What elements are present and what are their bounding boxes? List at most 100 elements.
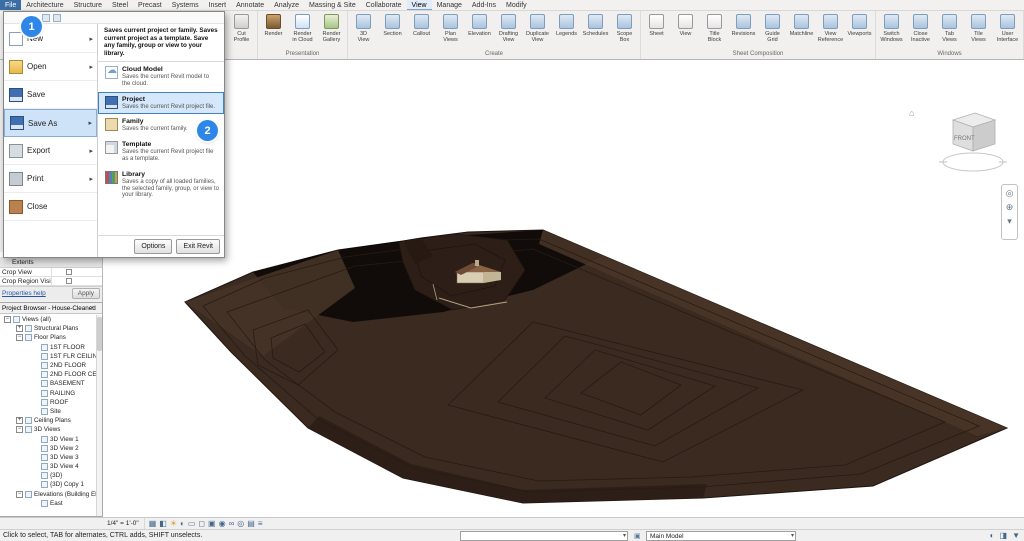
tree-item[interactable]: RAILING (0, 389, 96, 398)
drafting-view-button[interactable]: Drafting View (494, 11, 523, 50)
tree-item[interactable]: Elevations (Building Eleva (0, 490, 96, 499)
menu-item-save[interactable]: Save (4, 81, 97, 109)
tab-collaborate[interactable]: Collaborate (361, 0, 407, 10)
tree-item[interactable]: Views (all) (0, 315, 96, 324)
tree-item[interactable]: 2ND FLOOR (0, 361, 96, 370)
tree-item[interactable]: 1ST FLR CEILING (0, 352, 96, 361)
visual-style-icon[interactable]: ◧ (159, 518, 167, 530)
crop-region-checkbox[interactable] (66, 278, 72, 284)
tree-item[interactable]: East (0, 499, 96, 508)
save-option-cloud-model[interactable]: Cloud Model Saves the current Revit mode… (98, 62, 224, 92)
tree-item[interactable]: Floor Plans (0, 333, 96, 342)
save-option-library[interactable]: Library Saves a copy of all loaded famil… (98, 167, 224, 203)
tree-item[interactable]: 2ND FLOOR CEILING (0, 370, 96, 379)
worksharing-display-icon[interactable]: ◐ (990, 530, 995, 541)
reveal-hidden-icon[interactable]: ◎ (237, 518, 244, 530)
tree-toggle-icon[interactable] (16, 426, 23, 433)
tab-insert[interactable]: Insert (204, 0, 232, 10)
view-reference-button[interactable]: View Reference (816, 11, 845, 50)
sheet-button[interactable]: Sheet (642, 11, 671, 50)
3d-view-button[interactable]: 3D View (349, 11, 378, 50)
save-option-template[interactable]: Template Saves the current Revit project… (98, 137, 224, 167)
render-button[interactable]: Render (259, 11, 288, 50)
schedules-button[interactable]: Schedules (581, 11, 610, 50)
design-options-select[interactable]: Main Model (646, 531, 796, 541)
options-button[interactable]: Options (134, 239, 172, 254)
crop-region-icon[interactable]: ▣ (208, 518, 216, 530)
home-icon[interactable]: ⌂ (909, 108, 914, 118)
viewcube[interactable]: FRONT (923, 102, 1013, 182)
tab-architecture[interactable]: Architecture (21, 0, 68, 10)
tree-toggle-icon[interactable] (4, 316, 11, 323)
zoom-icon[interactable]: ⊕ (1006, 202, 1014, 212)
hide-isolate-icon[interactable]: ∞ (229, 518, 235, 530)
tree-item[interactable]: 3D View 4 (0, 462, 96, 471)
browser-scrollbar[interactable] (96, 315, 102, 516)
save-option-project[interactable]: Project Saves the current Revit project … (98, 92, 224, 115)
detail-level-icon[interactable]: ▦ (149, 518, 157, 530)
rendering-dialog-icon[interactable]: ▭ (188, 518, 196, 530)
recent-documents-icon[interactable] (42, 14, 50, 22)
cut-profile-button[interactable]: Cut Profile (227, 11, 256, 50)
close-inactive-button[interactable]: Close Inactive (906, 11, 935, 50)
tree-toggle-icon[interactable] (16, 334, 23, 341)
scope-box-button[interactable]: Scope Box (610, 11, 639, 50)
close-icon[interactable] (90, 303, 94, 314)
title-block-button[interactable]: Title Block (700, 11, 729, 50)
guide-grid-button[interactable]: Guide Grid (758, 11, 787, 50)
user-interface-button[interactable]: User Interface (993, 11, 1022, 50)
revisions-button[interactable]: Revisions (729, 11, 758, 50)
open-documents-icon[interactable] (53, 14, 61, 22)
tree-item[interactable]: {3D} (0, 471, 96, 480)
tree-item[interactable]: 3D View 3 (0, 453, 96, 462)
view-scale-button[interactable]: 1/4" = 1'-0" (103, 518, 145, 530)
editable-only-icon[interactable]: ◨ (1000, 530, 1008, 541)
tree-item[interactable]: 3D Views (0, 425, 96, 434)
menu-item-save-as[interactable]: Save As ▸ (4, 109, 97, 137)
tab-precast[interactable]: Precast (133, 0, 167, 10)
temporary-view-properties-icon[interactable]: ▤ (247, 518, 255, 530)
menu-item-open[interactable]: Open ▸ (4, 53, 97, 81)
tab-add-ins[interactable]: Add-Ins (467, 0, 501, 10)
navigation-wheel-icon[interactable]: ◎ (1006, 188, 1014, 198)
exit-revit-button[interactable]: Exit Revit (176, 239, 220, 254)
render-gallery-button[interactable]: Render Gallery (317, 11, 346, 50)
navbar-expand-icon[interactable]: ▾ (1007, 216, 1012, 226)
tree-item[interactable]: 3D View 2 (0, 444, 96, 453)
tab-views-button[interactable]: Tab Views (935, 11, 964, 50)
constraints-icon[interactable]: ≡ (258, 518, 263, 530)
callout-button[interactable]: Callout (407, 11, 436, 50)
tab-annotate[interactable]: Annotate (231, 0, 269, 10)
terrain-topography[interactable] (103, 60, 1024, 517)
tab-steel[interactable]: Steel (107, 0, 133, 10)
tree-item[interactable]: ROOF (0, 398, 96, 407)
tree-item[interactable]: 1ST FLOOR (0, 343, 96, 352)
tree-item[interactable]: Ceiling Plans (0, 416, 96, 425)
plan-views-button[interactable]: Plan Views (436, 11, 465, 50)
tree-toggle-icon[interactable] (16, 417, 23, 424)
legends-button[interactable]: Legends (552, 11, 581, 50)
switch-windows-button[interactable]: Switch Windows (877, 11, 906, 50)
tree-item[interactable]: Site (0, 407, 96, 416)
tab-view[interactable]: View (407, 0, 432, 10)
tab-massing-site[interactable]: Massing & Site (304, 0, 361, 10)
unlocked-view-icon[interactable]: ◉ (219, 518, 226, 530)
menu-item-print[interactable]: Print ▸ (4, 165, 97, 193)
duplicate-view-button[interactable]: Duplicate View (523, 11, 552, 50)
tree-item[interactable]: 3D View 1 (0, 434, 96, 443)
elevation-button[interactable]: Elevation (465, 11, 494, 50)
tab-file[interactable]: File (0, 0, 21, 10)
tab-analyze[interactable]: Analyze (269, 0, 304, 10)
apply-button[interactable]: Apply (72, 288, 100, 299)
matchline-button[interactable]: Matchline (787, 11, 816, 50)
crop-view-icon[interactable]: ◻ (198, 518, 205, 530)
active-workset-select[interactable] (460, 531, 628, 541)
tab-manage[interactable]: Manage (432, 0, 467, 10)
render-in-cloud-button[interactable]: Render in Cloud (288, 11, 317, 50)
viewports-button[interactable]: Viewports (845, 11, 874, 50)
tree-toggle-icon[interactable] (16, 325, 23, 332)
tree-item[interactable]: Structural Plans (0, 324, 96, 333)
tile-views-button[interactable]: Tile Views (964, 11, 993, 50)
menu-item-close[interactable]: Close (4, 193, 97, 221)
tree-item[interactable]: BASEMENT (0, 379, 96, 388)
